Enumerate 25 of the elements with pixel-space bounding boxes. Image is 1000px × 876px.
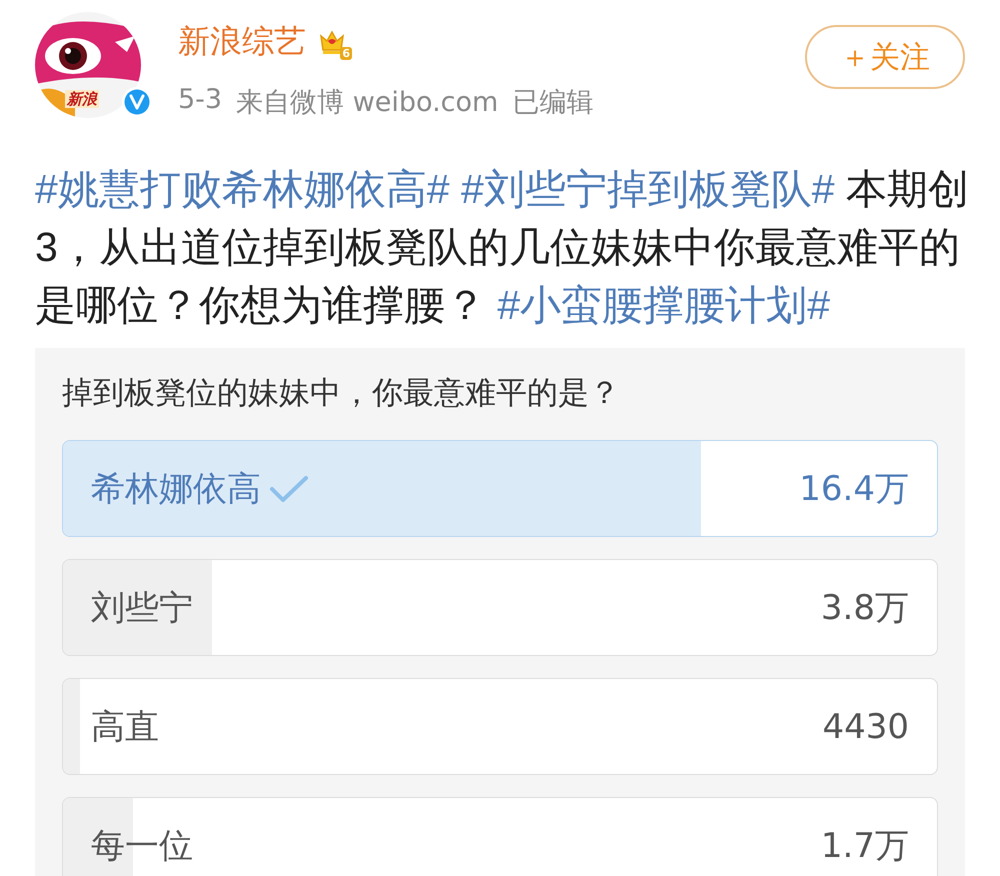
- post-text: #姚慧打败希林娜依高# #刘些宁掉到板凳队# 本期创3，从出道位掉到板凳队的几位妹妹中你最意难平的是哪位？你想为谁撑腰？ #小蛮腰撑腰计划#: [35, 165, 970, 330]
- option-label: 高直: [91, 706, 159, 748]
- post-meta: 来自微博 weibo.com: [236, 86, 498, 120]
- poll-question: 掉到板凳位的妹妹中，你最意难平的是？: [61, 374, 621, 413]
- vote-count: 16.4万: [799, 468, 909, 510]
- follow-button[interactable]: ＋关注: [805, 25, 965, 89]
- post-meta: 5-3: [178, 84, 222, 117]
- poll-option[interactable]: 刘些宁 3.8万: [62, 559, 938, 656]
- hashtag-link[interactable]: #姚慧打败希林娜依高#: [35, 166, 461, 212]
- poll-option[interactable]: 每一位 1.7万: [62, 797, 938, 876]
- check-icon: [269, 474, 309, 504]
- hashtag-link[interactable]: #小蛮腰撑腰计划#: [497, 282, 830, 328]
- post-meta: 已编辑: [512, 86, 594, 120]
- poll-option[interactable]: 高直 4430: [62, 678, 938, 775]
- option-label: 刘些宁: [91, 586, 193, 630]
- option-label: 每一位: [91, 824, 193, 868]
- vote-count: 3.8万: [820, 586, 909, 630]
- avatar-label: 新浪: [65, 90, 99, 108]
- poll-option[interactable]: 希林娜依高 16.4万: [62, 440, 938, 537]
- vote-count: 4430: [822, 706, 909, 746]
- level-number: 6: [340, 47, 352, 60]
- author-name[interactable]: 新浪综艺: [178, 20, 306, 64]
- vote-count: 1.7万: [820, 824, 909, 868]
- option-label: 希林娜依高: [91, 468, 261, 510]
- hashtag-link[interactable]: #刘些宁掉到板凳队#: [461, 166, 835, 212]
